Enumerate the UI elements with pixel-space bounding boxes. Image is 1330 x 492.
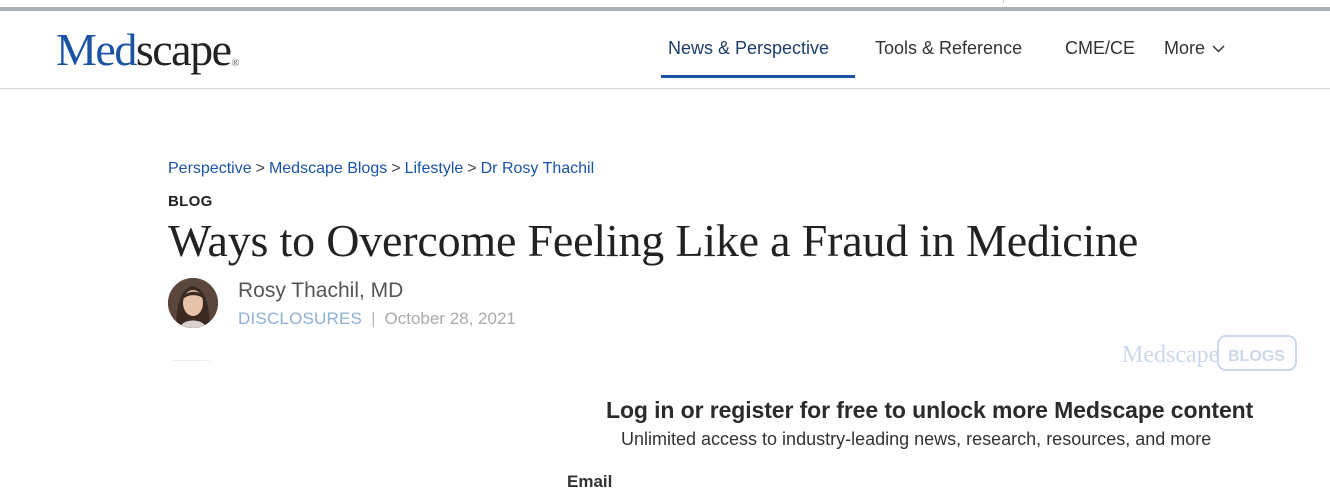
breadcrumb-separator: > <box>391 160 401 177</box>
faded-share-control <box>168 360 212 379</box>
nav-tools-reference[interactable]: Tools & Reference <box>875 38 1022 59</box>
nav-cme-ce[interactable]: CME/CE <box>1065 38 1135 59</box>
author-avatar[interactable] <box>168 278 218 328</box>
logo-scape: scape <box>135 24 232 75</box>
login-gate-subtitle: Unlimited access to industry-leading new… <box>621 429 1212 449</box>
logo-registered-mark: ® <box>231 58 240 69</box>
article-kicker: BLOG <box>168 193 213 210</box>
breadcrumb-separator: > <box>255 160 265 177</box>
author-name[interactable]: Rosy Thachil, MD <box>238 279 403 303</box>
disclosures-link[interactable]: DISCLOSURES <box>238 309 362 328</box>
breadcrumb-separator: > <box>467 160 477 177</box>
publish-date: October 28, 2021 <box>384 309 516 328</box>
logo-med: Med <box>56 24 137 75</box>
login-gate-title: Log in or register for free to unlock mo… <box>606 397 1254 423</box>
medscape-blogs-badge: Medscape BLOGS <box>1122 335 1297 371</box>
top-strip <box>0 0 1330 11</box>
breadcrumb-author[interactable]: Dr Rosy Thachil <box>481 160 595 177</box>
nav-more[interactable]: More <box>1164 38 1225 59</box>
blogs-badge-label: BLOGS <box>1228 348 1285 365</box>
site-header: Medscape® News & Perspective Tools & Ref… <box>0 11 1330 89</box>
medscape-logo[interactable]: Medscape® <box>56 25 239 75</box>
nav-active-underline <box>661 75 855 78</box>
nav-news-perspective[interactable]: News & Perspective <box>668 38 829 59</box>
article-title: Ways to Overcome Feeling Like a Fraud in… <box>168 215 1139 266</box>
top-tick-mark <box>1003 0 1004 3</box>
email-label: Email <box>567 472 613 491</box>
nav-more-label: More <box>1164 38 1206 58</box>
avatar-portrait <box>168 278 218 328</box>
blogs-badge-brand: Medscape <box>1122 342 1219 368</box>
chevron-down-icon <box>1212 45 1225 53</box>
breadcrumb-perspective[interactable]: Perspective <box>168 160 252 177</box>
article-meta: DISCLOSURES | October 28, 2021 <box>238 309 516 329</box>
breadcrumb-lifestyle[interactable]: Lifestyle <box>405 160 464 177</box>
breadcrumb-medscape-blogs[interactable]: Medscape Blogs <box>269 160 387 177</box>
breadcrumb: Perspective > Medscape Blogs > Lifestyle > Dr … <box>168 160 594 178</box>
meta-separator: | <box>371 309 376 328</box>
